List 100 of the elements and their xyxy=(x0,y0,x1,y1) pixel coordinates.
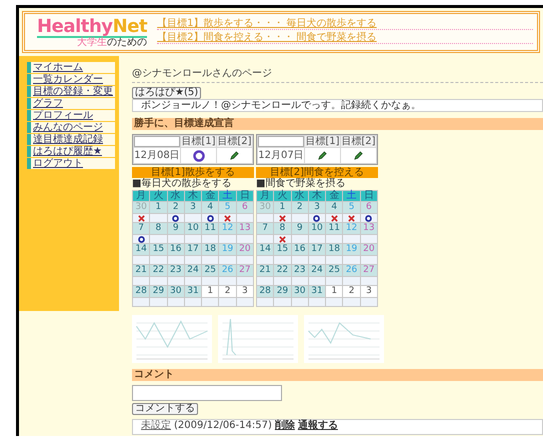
date-cell: 15 xyxy=(274,244,291,255)
date-cell: 27 xyxy=(236,265,253,276)
sidebar-link[interactable]: マイホーム xyxy=(27,62,115,73)
weekday-header: 金 xyxy=(326,191,342,201)
date-cell: 30 xyxy=(292,286,308,297)
pencil-icon xyxy=(317,150,328,161)
sidebar-link[interactable]: はろはぴ履歴★ xyxy=(27,146,115,157)
date-cell: 26 xyxy=(219,265,236,276)
date-cell: 13 xyxy=(236,223,253,234)
date-cell: 26 xyxy=(343,265,360,276)
date-cell: 29 xyxy=(274,286,291,297)
logo: Net xyxy=(112,16,148,36)
date-cell: 10 xyxy=(184,223,202,234)
date-cell: 29 xyxy=(150,286,167,297)
date-cell: 18 xyxy=(202,244,218,255)
cross-icon xyxy=(330,214,338,222)
date-cell: 12月08日 xyxy=(134,148,180,163)
comment-field[interactable] xyxy=(132,385,282,401)
weekday-header: 土 xyxy=(219,191,236,201)
pencil-icon xyxy=(353,150,364,161)
author-link[interactable]: 未設定 xyxy=(141,420,171,434)
circle-icon xyxy=(313,214,320,222)
date-cell: 3 xyxy=(236,286,253,297)
section-heading: コメント xyxy=(132,369,543,381)
date-cell: 12 xyxy=(219,223,236,234)
weekday-header: 金 xyxy=(202,191,218,201)
date-cell: 31 xyxy=(308,286,326,297)
weekday-header: 土 xyxy=(343,191,360,201)
sidebar-link[interactable]: 目標の登録・変更 xyxy=(27,86,115,97)
circle-icon xyxy=(365,214,372,222)
cross-icon xyxy=(278,236,286,242)
date-cell: 24 xyxy=(308,265,326,276)
date-cell: 11 xyxy=(202,223,218,234)
date-cell: 3 xyxy=(360,286,377,297)
weekday-header: 月 xyxy=(257,191,274,201)
sidebar-link[interactable]: ログアウト xyxy=(27,158,115,169)
date-cell: 3 xyxy=(184,202,202,213)
weekday-header: 木 xyxy=(308,191,326,201)
weekday-header: 日 xyxy=(236,191,253,201)
status-message: ボンジョールノ！@シナモンロールでっす。記録続くかなぁ。 xyxy=(132,99,543,112)
date-cell: 25 xyxy=(326,265,342,276)
comment-button[interactable]: コメントする xyxy=(132,403,198,415)
date-cell: 6 xyxy=(360,202,377,213)
cross-icon xyxy=(138,214,145,222)
date-cell: 30 xyxy=(168,286,184,297)
weekday-header: 月 xyxy=(133,191,150,201)
goal-subtitle: ■毎日犬の散歩をする xyxy=(132,178,232,189)
tagline: 大学生 xyxy=(77,38,108,48)
date-cell: 2 xyxy=(168,202,184,213)
weekday-header: 火 xyxy=(274,191,291,201)
weekday-header: 水 xyxy=(168,191,184,201)
date-cell: 23 xyxy=(292,265,308,276)
date-cell: 16 xyxy=(168,244,184,255)
sidebar-link[interactable]: 達目標達成記録 xyxy=(27,134,115,145)
date-cell: 30 xyxy=(257,202,274,213)
date-cell: 8 xyxy=(150,223,167,234)
date-cell: 1 xyxy=(326,286,342,297)
cross-icon xyxy=(224,214,232,222)
date-cell: 28 xyxy=(257,286,274,297)
date-cell: 19 xyxy=(343,244,360,255)
date-cell: 31 xyxy=(184,286,202,297)
date-cell: 9 xyxy=(292,223,308,234)
sidebar-link[interactable]: プロフィール xyxy=(27,110,115,121)
date-cell: 6 xyxy=(236,202,253,213)
goal-subtitle: ■間食で野菜を摂る xyxy=(256,178,346,189)
table-header: 目標[2] xyxy=(341,136,376,147)
date-cell: 30 xyxy=(133,202,150,213)
date-cell: 12月07日 xyxy=(258,148,304,163)
date-cell: 1 xyxy=(150,202,167,213)
sidebar-link[interactable]: みんなのページ xyxy=(27,122,115,133)
date-cell: 1 xyxy=(274,202,291,213)
status-button[interactable]: はろはぴ★(5) xyxy=(132,87,202,99)
date-cell: 15 xyxy=(150,244,167,255)
table-header: 目標[1] xyxy=(181,136,216,147)
date-cell: 19 xyxy=(219,244,236,255)
circle-icon xyxy=(138,236,145,242)
goal-label: 目標[2]間食を控える xyxy=(256,167,378,178)
date-cell: 4 xyxy=(326,202,342,213)
action-link[interactable]: 通報する xyxy=(298,420,338,434)
date-cell: 17 xyxy=(308,244,326,255)
page-title: @シナモンロールさんのページ xyxy=(132,68,273,80)
date-cell: 2 xyxy=(219,286,236,297)
date-cell: 10 xyxy=(308,223,326,234)
date-cell: 11 xyxy=(326,223,342,234)
date-cell: 7 xyxy=(257,223,274,234)
weekday-header: 火 xyxy=(150,191,167,201)
date-cell: 14 xyxy=(133,244,150,255)
weekday-header: 水 xyxy=(292,191,308,201)
cross-icon xyxy=(278,214,286,222)
logo: Healthy xyxy=(37,16,113,36)
pencil-icon xyxy=(229,150,240,161)
goal-label: 目標[1]散歩をする xyxy=(132,167,254,178)
date-cell: 5 xyxy=(219,202,236,213)
action-link[interactable]: 削除 xyxy=(274,420,295,434)
date-cell: 25 xyxy=(202,265,218,276)
date-cell: 22 xyxy=(150,265,167,276)
sidebar-link[interactable]: 一覧カレンダー xyxy=(27,74,115,85)
sidebar-link[interactable]: グラフ xyxy=(27,98,115,109)
date-cell: 1 xyxy=(202,286,218,297)
date-cell: 21 xyxy=(133,265,150,276)
